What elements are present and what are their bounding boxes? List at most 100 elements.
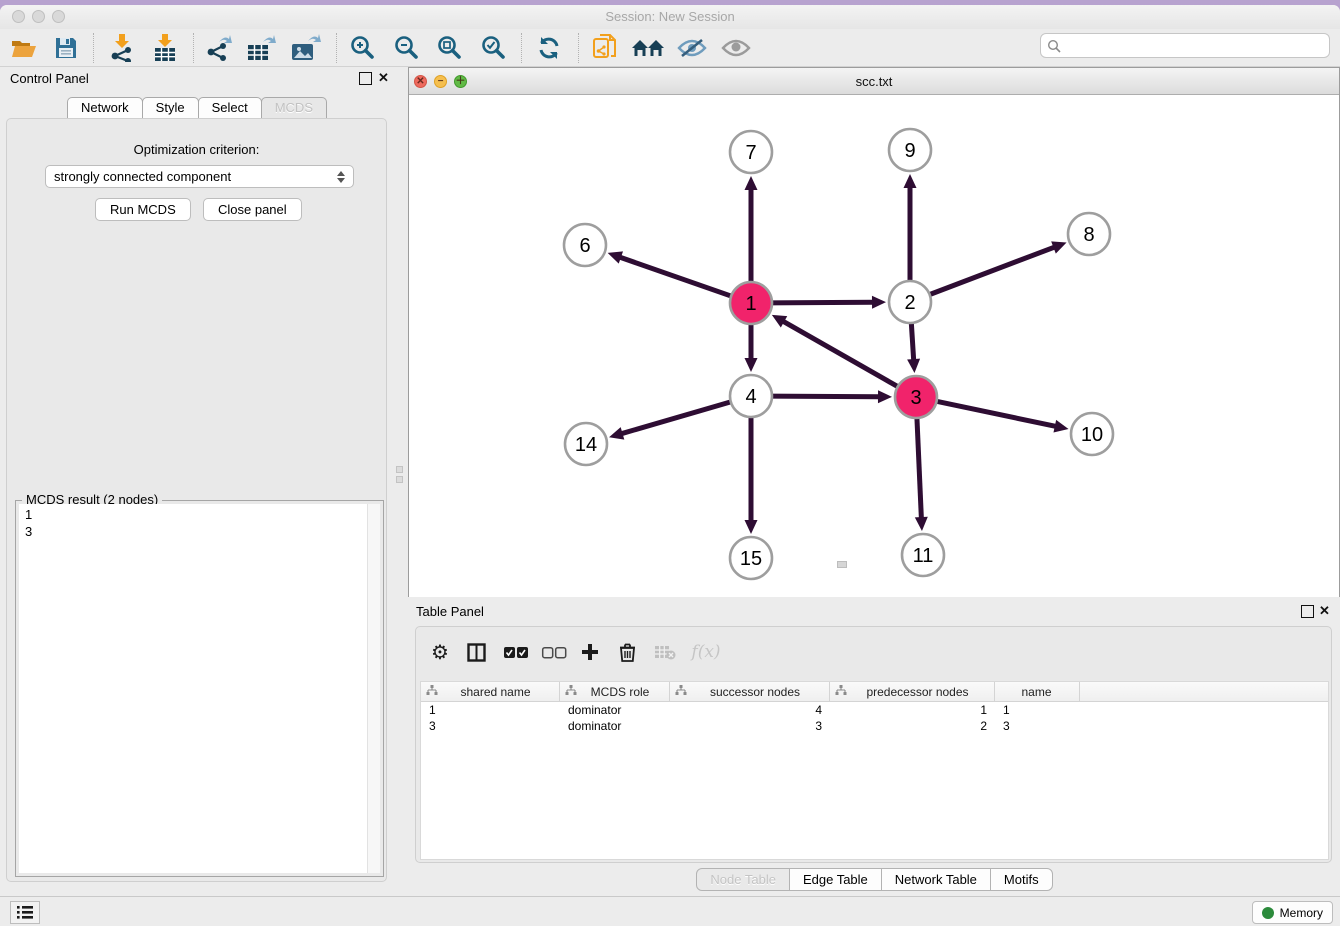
run-mcds-button[interactable]: Run MCDS <box>95 198 191 221</box>
table-row[interactable]: 3dominator323 <box>421 718 1328 734</box>
node-9[interactable]: 9 <box>889 129 931 171</box>
optimization-criterion-label: Optimization criterion: <box>7 142 386 157</box>
mcds-result-text[interactable]: 1 3 <box>19 504 380 873</box>
column-header-successor-nodes[interactable]: successor nodes <box>670 682 830 701</box>
export-image-button[interactable] <box>287 32 325 64</box>
cell-name[interactable]: 1 <box>995 703 1080 717</box>
network-view-titlebar: ✕ − ＋ scc.txt <box>409 68 1339 95</box>
apply-function-button[interactable]: f(x) <box>688 639 724 665</box>
mcds-result-scrollbar[interactable] <box>367 504 380 873</box>
tab-network-table[interactable]: Network Table <box>881 868 991 891</box>
table-row[interactable]: 1dominator411 <box>421 702 1328 718</box>
memory-button[interactable]: Memory <box>1252 901 1333 924</box>
close-panel-icon[interactable]: ✕ <box>377 71 390 84</box>
import-table-button[interactable] <box>146 32 184 64</box>
svg-text:6: 6 <box>579 235 590 257</box>
cell-successor-nodes[interactable]: 4 <box>670 703 830 717</box>
close-panel-button[interactable]: Close panel <box>203 198 302 221</box>
node-2[interactable]: 2 <box>889 281 931 323</box>
task-history-button[interactable] <box>10 901 40 924</box>
table-options-button[interactable]: ⚙ <box>428 639 452 665</box>
delete-table-button[interactable] <box>652 639 678 665</box>
edge-3-10[interactable] <box>934 401 1069 433</box>
search-box[interactable] <box>1040 33 1330 58</box>
cell-shared-name[interactable]: 1 <box>421 703 560 717</box>
export-network-button[interactable] <box>200 32 238 64</box>
edge-4-14[interactable] <box>609 401 734 440</box>
zoom-in-button[interactable] <box>343 32 381 64</box>
node-11[interactable]: 11 <box>902 534 944 576</box>
delete-row-button[interactable] <box>615 639 639 665</box>
node-1[interactable]: 1 <box>730 282 772 324</box>
save-session-button[interactable] <box>47 32 85 64</box>
edge-4-3[interactable] <box>769 390 892 403</box>
float-table-panel-icon[interactable] <box>1301 605 1314 618</box>
canvas-scroll-handle[interactable] <box>837 561 847 568</box>
unselect-all-button[interactable] <box>540 639 568 665</box>
cell-MCDS-role[interactable]: dominator <box>560 719 670 733</box>
network-graph[interactable]: 1 2 3 4 6 7 8 9 10 11 14 15 <box>409 96 1339 597</box>
cell-name[interactable]: 3 <box>995 719 1080 733</box>
splitter-handle[interactable] <box>396 466 403 473</box>
zoom-fit-button[interactable] <box>430 32 468 64</box>
float-panel-icon[interactable] <box>359 72 372 85</box>
node-14[interactable]: 14 <box>565 423 607 465</box>
cell-successor-nodes[interactable]: 3 <box>670 719 830 733</box>
column-header-MCDS-role[interactable]: MCDS role <box>560 682 670 701</box>
node-6[interactable]: 6 <box>564 224 606 266</box>
open-session-button[interactable] <box>5 32 43 64</box>
edge-2-9[interactable] <box>904 174 917 284</box>
tab-style[interactable]: Style <box>142 97 199 118</box>
tab-network[interactable]: Network <box>67 97 143 118</box>
tab-edge-table[interactable]: Edge Table <box>789 868 882 891</box>
optimization-criterion-select[interactable]: strongly connected component <box>45 165 354 188</box>
edge-1-2[interactable] <box>769 296 886 309</box>
toolbar-separator <box>578 33 579 63</box>
cell-shared-name[interactable]: 3 <box>421 719 560 733</box>
select-all-button[interactable] <box>502 639 530 665</box>
toolbar-separator <box>193 33 194 63</box>
edge-3-11[interactable] <box>915 415 928 531</box>
table-panel: ⚙ <box>415 626 1332 863</box>
zoom-out-button[interactable] <box>387 32 425 64</box>
node-15[interactable]: 15 <box>730 537 772 579</box>
node-4[interactable]: 4 <box>730 375 772 417</box>
tab-select[interactable]: Select <box>198 97 262 118</box>
tab-motifs[interactable]: Motifs <box>990 868 1053 891</box>
first-neighbors-button[interactable] <box>629 32 667 64</box>
column-label: shared name <box>438 685 559 699</box>
import-network-button[interactable] <box>103 32 141 64</box>
node-8[interactable]: 8 <box>1068 213 1110 255</box>
node-table: shared nameMCDS rolesuccessor nodesprede… <box>420 681 1329 860</box>
new-network-from-selection-button[interactable] <box>586 32 624 64</box>
edge-3-1[interactable] <box>772 315 901 388</box>
column-header-shared-name[interactable]: shared name <box>421 682 560 701</box>
splitter-handle[interactable] <box>396 476 403 483</box>
edge-2-8[interactable] <box>927 241 1067 295</box>
cell-predecessor-nodes[interactable]: 2 <box>830 719 995 733</box>
show-columns-button[interactable] <box>464 639 488 665</box>
edge-4-15[interactable] <box>745 414 758 534</box>
show-all-button[interactable] <box>717 32 755 64</box>
node-7[interactable]: 7 <box>730 131 772 173</box>
close-table-panel-icon[interactable]: ✕ <box>1318 604 1331 617</box>
refresh-button[interactable] <box>530 32 568 64</box>
tab-mcds[interactable]: MCDS <box>261 97 327 118</box>
node-3[interactable]: 3 <box>895 376 937 418</box>
hide-selected-button[interactable] <box>673 32 711 64</box>
edge-1-7[interactable] <box>745 176 758 285</box>
edge-1-6[interactable] <box>608 251 734 297</box>
cell-predecessor-nodes[interactable]: 1 <box>830 703 995 717</box>
edge-1-4[interactable] <box>745 321 758 372</box>
node-10[interactable]: 10 <box>1071 413 1113 455</box>
zoom-selected-button[interactable] <box>474 32 512 64</box>
search-input[interactable] <box>1065 38 1329 53</box>
cell-MCDS-role[interactable]: dominator <box>560 703 670 717</box>
edge-2-3[interactable] <box>907 320 920 373</box>
import-table-icon <box>153 34 177 62</box>
column-header-name[interactable]: name <box>995 682 1080 701</box>
add-row-button[interactable] <box>578 639 602 665</box>
column-header-predecessor-nodes[interactable]: predecessor nodes <box>830 682 995 701</box>
tab-node-table[interactable]: Node Table <box>696 868 790 891</box>
export-table-button[interactable] <box>243 32 281 64</box>
